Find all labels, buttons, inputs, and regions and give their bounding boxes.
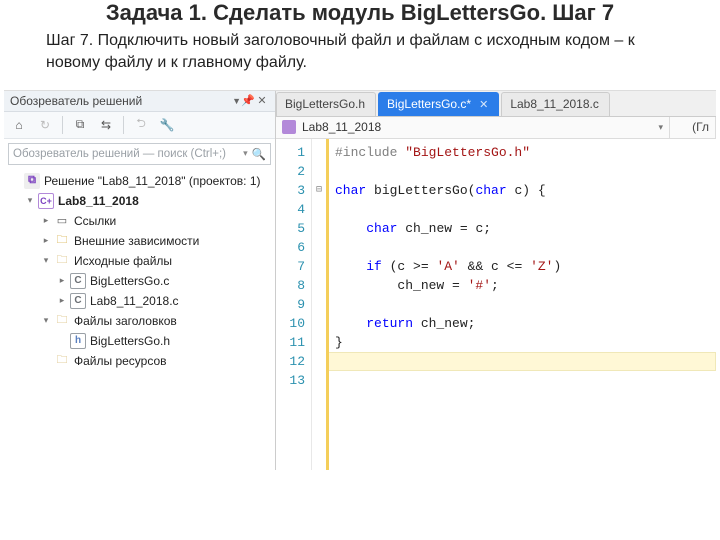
slide-body-text: Шаг 7. Подключить новый заголовочный фай… xyxy=(0,26,720,83)
folder-icon: 🗀 xyxy=(54,313,70,329)
search-placeholder: Обозреватель решений — поиск (Ctrl+;) xyxy=(13,148,243,160)
sync-icon[interactable]: ⇆ xyxy=(95,115,117,135)
solution-tree: ⧉ Решение "Lab8_11_2018" (проектов: 1) C… xyxy=(4,167,275,470)
solution-icon: ⧉ xyxy=(24,173,40,189)
tab-lab8-c[interactable]: Lab8_11_2018.c xyxy=(501,92,610,116)
tab-biglettersgo-h[interactable]: BigLettersGo.h xyxy=(276,92,376,116)
window-options-icon[interactable]: ▼ xyxy=(232,96,241,106)
solution-explorer-title: Обозреватель решений xyxy=(10,94,229,108)
solution-explorer-toolbar: ⌂ ↻ ⧉ ⇆ ⮌ 🔧 xyxy=(4,112,275,139)
solution-node[interactable]: ⧉ Решение "Lab8_11_2018" (проектов: 1) xyxy=(6,171,273,191)
slide-title: Задача 1. Сделать модуль BigLettersGo. Ш… xyxy=(0,0,720,26)
tree-node-references[interactable]: ▭ Ссылки xyxy=(6,211,273,231)
tree-node-resource-files[interactable]: 🗀 Файлы ресурсов xyxy=(6,351,273,371)
line-number-gutter: 12345678910111213 xyxy=(276,139,312,470)
nav-project-selector[interactable]: Lab8_11_2018 ▾ xyxy=(276,117,670,138)
folder-icon: 🗀 xyxy=(54,353,70,369)
home-icon[interactable]: ⌂ xyxy=(8,115,30,135)
solution-explorer-search[interactable]: Обозреватель решений — поиск (Ctrl+;) ▾ … xyxy=(8,143,271,165)
solution-explorer-titlebar[interactable]: Обозреватель решений ▼ 📌 ✕ xyxy=(4,91,275,112)
refresh-cycle-icon[interactable]: ↻ xyxy=(34,115,56,135)
package-icon[interactable]: ⧉ xyxy=(69,115,91,135)
pin-icon[interactable]: 📌 xyxy=(241,94,255,107)
tree-node-external-deps[interactable]: 🗀 Внешние зависимости xyxy=(6,231,273,251)
ide-screenshot: Обозреватель решений ▼ 📌 ✕ ⌂ ↻ ⧉ ⇆ ⮌ 🔧 О… xyxy=(4,90,716,470)
references-icon: ▭ xyxy=(54,213,70,229)
project-icon xyxy=(282,120,296,134)
chevron-down-icon[interactable]: ▾ xyxy=(658,122,663,133)
close-icon[interactable]: ✕ xyxy=(255,94,269,107)
project-icon: C+ xyxy=(38,193,54,209)
tree-file-lab8-c[interactable]: C Lab8_11_2018.c xyxy=(6,291,273,311)
tree-file-biglettersgo-c[interactable]: C BigLettersGo.c xyxy=(6,271,273,291)
code-editor-panel: BigLettersGo.h BigLettersGo.c* ✕ Lab8_11… xyxy=(276,91,716,470)
tree-node-header-files[interactable]: 🗀 Файлы заголовков xyxy=(6,311,273,331)
code-content[interactable]: #include "BigLettersGo.h" char bigLetter… xyxy=(326,139,716,470)
c-file-icon: C xyxy=(70,293,86,309)
wrench-icon[interactable]: 🔧 xyxy=(156,115,178,135)
fold-gutter: ⊟ xyxy=(312,139,326,470)
back-icon[interactable]: ⮌ xyxy=(130,115,152,135)
project-node[interactable]: C+ Lab8_11_2018 xyxy=(6,191,273,211)
folder-icon: 🗀 xyxy=(54,253,70,269)
nav-scope-selector[interactable]: (Гл xyxy=(670,117,716,138)
tree-file-biglettersgo-h[interactable]: h BigLettersGo.h xyxy=(6,331,273,351)
tree-node-source-files[interactable]: 🗀 Исходные файлы xyxy=(6,251,273,271)
h-file-icon: h xyxy=(70,333,86,349)
folder-icon: 🗀 xyxy=(54,233,70,249)
c-file-icon: C xyxy=(70,273,86,289)
editor-nav-bar: Lab8_11_2018 ▾ (Гл xyxy=(276,117,716,139)
search-icon[interactable]: 🔍 xyxy=(252,147,266,161)
editor-tabs: BigLettersGo.h BigLettersGo.c* ✕ Lab8_11… xyxy=(276,91,716,117)
tab-biglettersgo-c[interactable]: BigLettersGo.c* ✕ xyxy=(378,92,499,116)
code-area[interactable]: 12345678910111213 ⊟ #include "BigLetters… xyxy=(276,139,716,470)
chevron-down-icon[interactable]: ▾ xyxy=(243,148,248,159)
close-icon[interactable]: ✕ xyxy=(479,98,488,111)
solution-explorer-panel: Обозреватель решений ▼ 📌 ✕ ⌂ ↻ ⧉ ⇆ ⮌ 🔧 О… xyxy=(4,91,276,470)
